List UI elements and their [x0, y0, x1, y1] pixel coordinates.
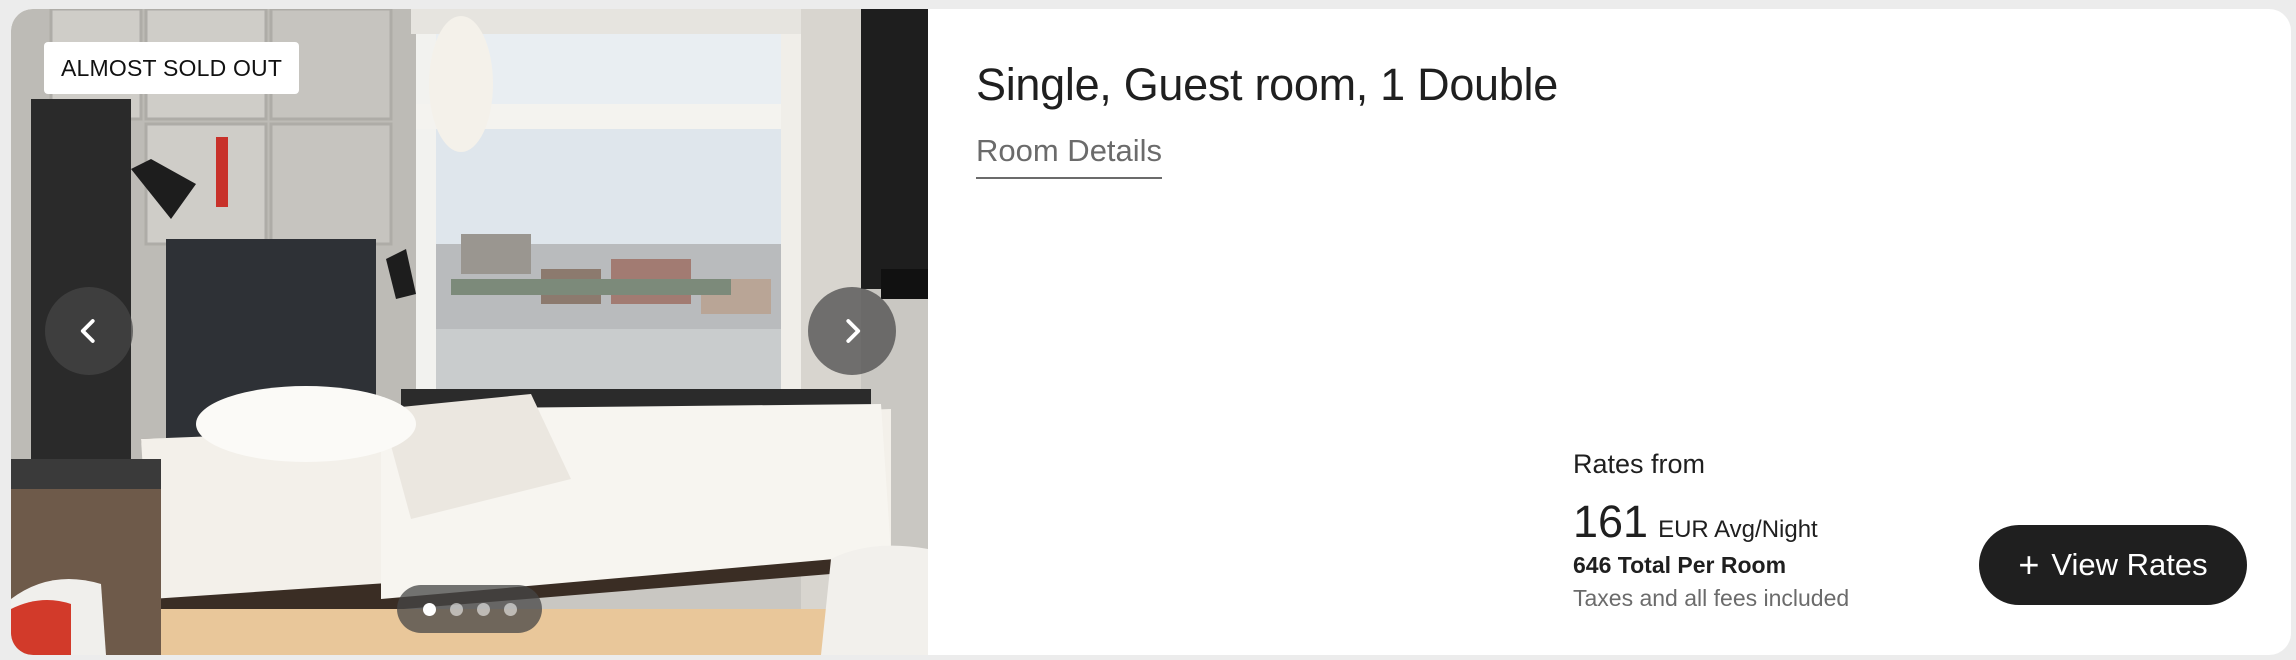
gallery-dot[interactable] — [476, 602, 490, 616]
total-price: 646 Total Per Room — [1573, 552, 1787, 578]
chevron-right-icon — [846, 319, 861, 343]
price-line: 161 EUR Avg/Night — [1573, 496, 1849, 548]
gallery-dot[interactable] — [503, 602, 517, 616]
taxes-note: Taxes and all fees included — [1573, 585, 1850, 611]
gallery-dot[interactable] — [422, 602, 436, 616]
view-rates-button[interactable]: + View Rates — [1979, 525, 2247, 605]
gallery-next-button[interactable] — [808, 287, 896, 375]
nightly-price: 161 — [1573, 496, 1649, 547]
gallery-prev-button[interactable] — [45, 287, 133, 375]
gallery-pagination — [397, 585, 542, 633]
view-rates-label: View Rates — [2051, 547, 2208, 582]
availability-badge: ALMOST SOLD OUT — [44, 42, 300, 94]
gallery-dot[interactable] — [449, 602, 463, 616]
room-title: Single, Guest room, 1 Double — [976, 59, 1558, 110]
chevron-left-icon — [80, 319, 95, 343]
price-unit: EUR Avg/Night — [1658, 516, 1818, 543]
room-image-gallery[interactable]: ALMOST SOLD OUT — [11, 9, 928, 655]
rates-summary: Rates from 161 EUR Avg/Night 646 Total P… — [1573, 449, 1849, 612]
rates-from-label: Rates from — [1573, 449, 1706, 479]
room-photo — [11, 9, 928, 655]
room-details-link[interactable]: Room Details — [976, 133, 1163, 179]
room-card: ALMOST SOLD OUT Single, Guest room, 1 Do… — [11, 9, 2291, 655]
plus-icon: + — [2018, 544, 2040, 585]
